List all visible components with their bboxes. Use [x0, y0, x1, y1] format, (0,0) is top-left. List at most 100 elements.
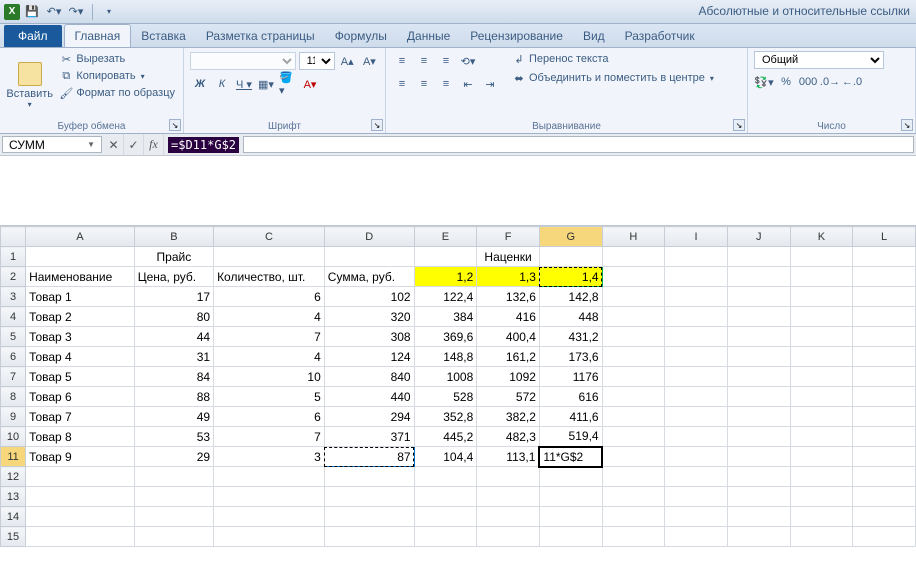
cell[interactable]: 445,2 — [414, 427, 477, 447]
clipboard-launcher[interactable]: ↘ — [169, 119, 181, 131]
cell[interactable] — [26, 467, 135, 487]
cell[interactable]: 10 — [214, 367, 325, 387]
cell[interactable] — [727, 247, 790, 267]
wrap-text-button[interactable]: ↲Перенос текста — [510, 51, 716, 67]
formula-cancel-button[interactable]: ✕ — [104, 134, 124, 155]
cell[interactable] — [414, 507, 477, 527]
cell[interactable]: 448 — [539, 307, 602, 327]
paste-button[interactable]: Вставить ▾ — [6, 51, 53, 119]
cell[interactable]: Прайс — [134, 247, 213, 267]
cell[interactable] — [602, 247, 665, 267]
row-header[interactable]: 12 — [1, 467, 26, 487]
cell[interactable]: 6 — [214, 287, 325, 307]
cell[interactable]: Сумма, руб. — [324, 267, 414, 287]
cut-button[interactable]: ✂Вырезать — [57, 51, 177, 67]
cell[interactable]: 1176 — [539, 367, 602, 387]
chevron-down-icon[interactable]: ▼ — [87, 140, 95, 149]
cell[interactable]: 482,3 — [477, 427, 540, 447]
accounting-format-icon[interactable]: 💱▾ — [754, 72, 774, 92]
copy-button[interactable]: ⧉Копировать▾ — [57, 68, 177, 84]
cell[interactable] — [539, 247, 602, 267]
shrink-font-icon[interactable]: A▾ — [360, 51, 379, 71]
cell[interactable]: 840 — [324, 367, 414, 387]
cell[interactable]: 320 — [324, 307, 414, 327]
cell[interactable]: 142,8 — [539, 287, 602, 307]
italic-button[interactable]: К — [212, 74, 232, 94]
tab-home[interactable]: Главная — [64, 24, 132, 47]
col-header[interactable]: G — [539, 227, 602, 247]
row-header[interactable]: 8 — [1, 387, 26, 407]
cell[interactable] — [790, 407, 853, 427]
cell[interactable]: 80 — [134, 307, 213, 327]
cell[interactable] — [602, 447, 665, 467]
cell[interactable] — [26, 507, 135, 527]
row-header[interactable]: 10 — [1, 427, 26, 447]
cell[interactable]: Товар 3 — [26, 327, 135, 347]
col-header[interactable]: C — [214, 227, 325, 247]
cell[interactable]: 371 — [324, 427, 414, 447]
cell[interactable] — [853, 407, 916, 427]
active-cell[interactable]: 11*G$2 — [539, 447, 602, 467]
cell[interactable]: 528 — [414, 387, 477, 407]
row-header[interactable]: 7 — [1, 367, 26, 387]
merge-center-button[interactable]: ⬌Объединить и поместить в центре▾ — [510, 70, 716, 86]
cell[interactable] — [790, 287, 853, 307]
number-launcher[interactable]: ↘ — [901, 119, 913, 131]
cell[interactable] — [477, 507, 540, 527]
col-header[interactable]: K — [790, 227, 853, 247]
cell[interactable] — [214, 527, 325, 547]
cell[interactable] — [853, 367, 916, 387]
cell[interactable] — [853, 347, 916, 367]
cell[interactable] — [727, 427, 790, 447]
cell[interactable]: 87 — [324, 447, 414, 467]
cell[interactable]: 84 — [134, 367, 213, 387]
cell[interactable] — [134, 527, 213, 547]
cell[interactable] — [414, 487, 477, 507]
cell[interactable] — [602, 347, 665, 367]
formula-input[interactable]: =$D11*G$2 — [164, 134, 243, 155]
cell[interactable]: Товар 4 — [26, 347, 135, 367]
cell[interactable] — [602, 327, 665, 347]
cell[interactable] — [324, 247, 414, 267]
increase-indent-icon[interactable]: ⇥ — [480, 74, 500, 94]
cell[interactable] — [790, 447, 853, 467]
col-header[interactable]: L — [853, 227, 916, 247]
cell[interactable]: 4 — [214, 347, 325, 367]
cell[interactable]: Товар 2 — [26, 307, 135, 327]
cell[interactable] — [539, 467, 602, 487]
cell[interactable]: Товар 8 — [26, 427, 135, 447]
cell[interactable]: 411,6 — [539, 407, 602, 427]
cell[interactable]: 1008 — [414, 367, 477, 387]
row-header[interactable]: 11 — [1, 447, 26, 467]
row-header[interactable]: 2 — [1, 267, 26, 287]
cell[interactable]: 49 — [134, 407, 213, 427]
cell[interactable]: 1092 — [477, 367, 540, 387]
tab-view[interactable]: Вид — [573, 25, 615, 47]
cell[interactable] — [602, 507, 665, 527]
tab-formulas[interactable]: Формулы — [325, 25, 397, 47]
cell[interactable] — [853, 327, 916, 347]
cell[interactable] — [602, 467, 665, 487]
undo-icon[interactable]: ↶▾ — [46, 4, 62, 20]
row-header[interactable]: 15 — [1, 527, 26, 547]
redo-icon[interactable]: ↷▾ — [68, 4, 84, 20]
cell[interactable]: 132,6 — [477, 287, 540, 307]
cell[interactable] — [134, 507, 213, 527]
row-header[interactable]: 14 — [1, 507, 26, 527]
cell[interactable] — [214, 487, 325, 507]
cell[interactable] — [214, 507, 325, 527]
cell[interactable]: 88 — [134, 387, 213, 407]
cell[interactable] — [853, 507, 916, 527]
cell[interactable] — [665, 347, 728, 367]
percent-icon[interactable]: % — [776, 72, 796, 92]
cell[interactable] — [790, 327, 853, 347]
cell[interactable] — [853, 387, 916, 407]
cell[interactable] — [853, 247, 916, 267]
cell[interactable] — [414, 527, 477, 547]
name-box[interactable]: СУММ ▼ — [2, 136, 102, 153]
cell[interactable]: 519,4 — [539, 427, 602, 447]
align-middle-icon[interactable]: ≡ — [414, 51, 434, 71]
cell[interactable] — [790, 347, 853, 367]
col-header[interactable]: B — [134, 227, 213, 247]
cell[interactable]: 6 — [214, 407, 325, 427]
